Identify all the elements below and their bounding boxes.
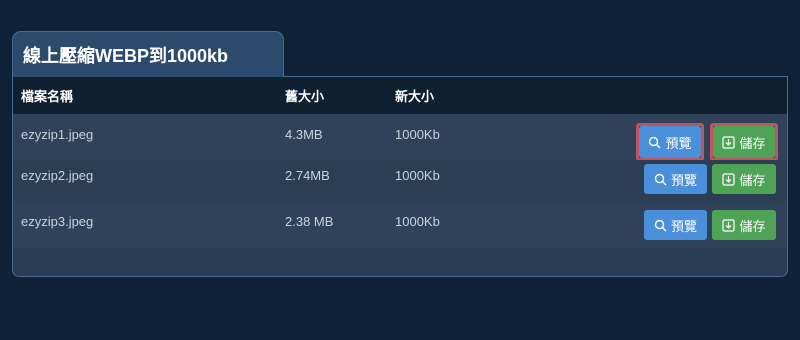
old-size: 4.3MB [285, 127, 323, 142]
preview-button[interactable]: 預覽 [644, 210, 707, 240]
save-label: 儲存 [739, 135, 766, 151]
preview-button[interactable]: 預覽 [639, 126, 701, 158]
save-button[interactable]: 儲存 [712, 164, 776, 194]
save-label: 儲存 [739, 172, 766, 188]
row-actions: 預覽 儲存 [644, 164, 776, 194]
table-header: 檔案名稱 舊大小 新大小 [13, 77, 787, 114]
download-icon [722, 172, 736, 186]
header-name: 檔案名稱 [21, 89, 74, 104]
preview-label: 預覽 [665, 135, 692, 151]
new-size: 1000Kb [395, 127, 440, 142]
table-footer [13, 259, 787, 276]
save-button[interactable]: 儲存 [713, 126, 775, 158]
download-icon [722, 135, 736, 149]
search-icon [654, 219, 667, 232]
search-icon [648, 136, 661, 149]
table-row: ezyzip1.jpeg 4.3MB 1000Kb 預覽 儲存 [13, 114, 787, 161]
old-size: 2.38 MB [285, 214, 334, 229]
table-row: ezyzip2.jpeg 2.74MB 1000Kb 預覽 儲存 [13, 160, 787, 201]
new-size: 1000Kb [395, 214, 440, 229]
page-title: 線上壓縮WEBP到1000kb [23, 45, 229, 66]
search-icon [654, 173, 667, 186]
preview-label: 預覽 [670, 172, 697, 188]
file-name: ezyzip3.jpeg [21, 214, 94, 229]
file-table: 檔案名稱 舊大小 新大小 ezyzip1.jpeg 4.3MB 1000Kb 預… [12, 76, 788, 277]
page-title-tab: 線上壓縮WEBP到1000kb [12, 31, 284, 77]
table-row: ezyzip3.jpeg 2.38 MB 1000Kb 預覽 儲存 [13, 201, 787, 248]
highlight-frame: 儲存 [710, 123, 778, 161]
row-actions: 預覽 儲存 [636, 123, 778, 161]
highlight-frame: 預覽 [636, 123, 704, 161]
file-name: ezyzip2.jpeg [21, 168, 94, 183]
download-icon [722, 218, 736, 232]
old-size: 2.74MB [285, 168, 330, 183]
header-new-size: 新大小 [395, 89, 435, 104]
row-actions: 預覽 儲存 [644, 210, 776, 240]
new-size: 1000Kb [395, 168, 440, 183]
save-button[interactable]: 儲存 [712, 210, 776, 240]
save-label: 儲存 [739, 218, 766, 234]
preview-button[interactable]: 預覽 [644, 164, 707, 194]
header-old-size: 舊大小 [285, 89, 325, 104]
file-name: ezyzip1.jpeg [21, 127, 94, 142]
preview-label: 預覽 [670, 218, 697, 234]
